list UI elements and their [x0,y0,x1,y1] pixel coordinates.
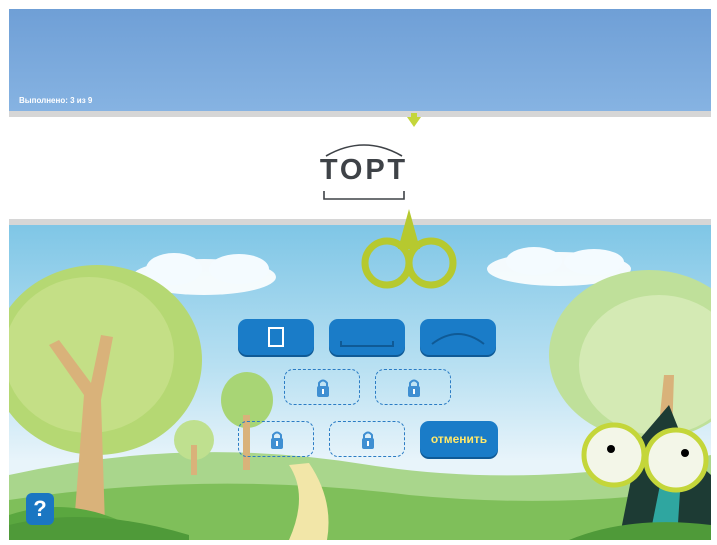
lock-icon [317,379,329,397]
undo-button[interactable]: отменить [420,421,498,457]
target-word: ТОРТ [319,154,409,186]
lock-icon [362,431,374,449]
down-arrow-icon [407,117,421,127]
locked-slot [238,421,314,457]
locked-slot [329,421,405,457]
lock-icon [271,431,283,449]
arc-cut-button[interactable] [420,319,496,355]
game-stage: Выполнено: 3 из 9 ТОРТ отменить [9,9,711,540]
help-button[interactable]: ? [26,493,54,525]
locked-slot [284,369,360,405]
square-icon [268,327,284,347]
square-cut-button[interactable] [238,319,314,355]
root-bracket-icon [323,191,405,200]
scissors-icon [361,209,457,289]
bracket-cut-button[interactable] [329,319,405,355]
bracket-icon [340,341,394,347]
lock-icon [408,379,420,397]
top-banner: Выполнено: 3 из 9 [9,9,711,111]
arc-icon [431,333,485,345]
locked-slot [375,369,451,405]
progress-text: Выполнено: 3 из 9 [19,96,93,105]
